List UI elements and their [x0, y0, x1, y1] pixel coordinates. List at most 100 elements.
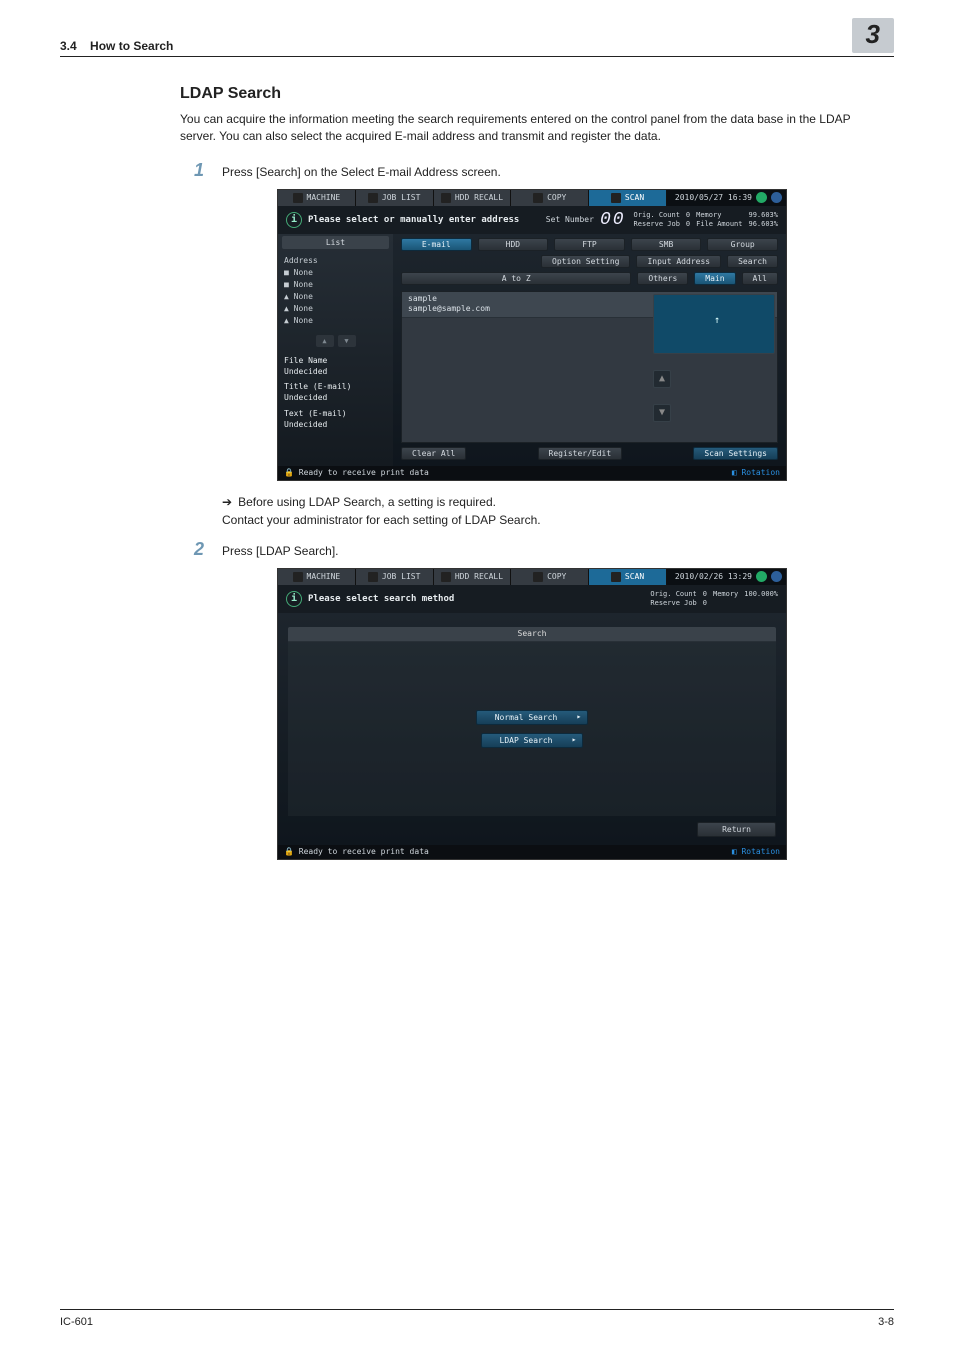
chapter-number: 3: [852, 18, 894, 53]
tab-scan[interactable]: SCAN: [589, 190, 667, 206]
step-text-1: Press [Search] on the Select E-mail Addr…: [222, 160, 501, 181]
footer-page-number: 3-8: [878, 1316, 894, 1328]
dest-smb-button[interactable]: SMB: [631, 238, 702, 251]
filter-all-button[interactable]: All: [742, 272, 778, 285]
tab-hdd-recall[interactable]: HDD RECALL: [434, 190, 512, 206]
scan-icon: [611, 572, 621, 582]
set-number-label: Set Number: [546, 215, 594, 224]
list-icon: [368, 572, 378, 582]
search-button[interactable]: Search: [727, 255, 778, 268]
help-icon[interactable]: [771, 192, 782, 203]
screenshot-search-method: MACHINE JOB LIST HDD RECALL COPY SCAN 20…: [277, 568, 787, 860]
step-number-2: 2: [180, 539, 204, 560]
tab-machine[interactable]: MACHINE: [278, 569, 356, 585]
side-nav-down[interactable]: ▼: [338, 335, 356, 347]
dest-hdd-button[interactable]: HDD: [478, 238, 549, 251]
address-label: Address: [284, 255, 387, 267]
tab-scan[interactable]: SCAN: [589, 569, 667, 585]
scroll-up-icon[interactable]: ▲: [653, 370, 671, 388]
tab-machine[interactable]: MACHINE: [278, 190, 356, 206]
step1-note1: Before using LDAP Search, a setting is r…: [238, 495, 496, 509]
tab-label: COPY: [547, 193, 566, 202]
rotation-indicator: ◧ Rotation: [732, 468, 780, 477]
search-header: Search: [288, 627, 776, 641]
status-grid: Orig. Count0Memory99.603% Reserve Job0Fi…: [634, 211, 778, 228]
text-email-value: Undecided: [284, 419, 387, 430]
section-title: How to Search: [90, 39, 173, 53]
filter-main-button[interactable]: Main: [694, 272, 735, 285]
set-number-value: 00: [600, 210, 626, 230]
info-message: Please select or manually enter address: [308, 215, 519, 225]
status-grid: Orig. Count0Memory100.000% Reserve Job0: [650, 590, 778, 607]
tab-label: SCAN: [625, 193, 644, 202]
tab-label: COPY: [547, 572, 566, 581]
section-number: 3.4: [60, 39, 77, 53]
tab-label: MACHINE: [307, 572, 341, 581]
timestamp: 2010/02/26 13:29: [675, 572, 752, 581]
file-name-value: Undecided: [284, 366, 387, 377]
step1-note2: Contact your administrator for each sett…: [222, 511, 884, 529]
step-number-1: 1: [180, 160, 204, 181]
page-up-icon[interactable]: ↑: [653, 294, 775, 354]
machine-icon: [293, 572, 303, 582]
option-setting-button[interactable]: Option Setting: [541, 255, 630, 268]
section-heading: LDAP Search: [180, 85, 884, 103]
copy-icon: [533, 572, 543, 582]
address-none: ▲ None: [284, 315, 387, 327]
normal-search-button[interactable]: Normal Search: [476, 710, 589, 725]
machine-icon: [293, 193, 303, 203]
arrow-icon: ➔: [222, 495, 232, 509]
info-icon: i: [286, 212, 302, 228]
tab-label: MACHINE: [307, 193, 341, 202]
status-icon: [756, 571, 767, 582]
side-nav-up[interactable]: ▲: [316, 335, 334, 347]
file-name-label: File Name: [284, 355, 387, 366]
list-tab[interactable]: List: [282, 236, 389, 249]
footer-model: IC-601: [60, 1316, 93, 1328]
step-text-2: Press [LDAP Search].: [222, 539, 339, 560]
rotation-indicator: ◧ Rotation: [732, 847, 780, 856]
printer-status: 🔒 Ready to receive print data: [284, 468, 429, 477]
input-address-button[interactable]: Input Address: [636, 255, 721, 268]
tab-label: HDD RECALL: [455, 572, 503, 581]
screenshot-select-email-address: MACHINE JOB LIST HDD RECALL COPY SCAN 20…: [277, 189, 787, 481]
tab-label: HDD RECALL: [455, 193, 503, 202]
scan-settings-button[interactable]: Scan Settings: [693, 447, 778, 460]
address-list: sample sample@sample.com ↑ ▲ ▼: [401, 291, 778, 443]
tab-label: JOB LIST: [382, 572, 421, 581]
address-none: ▲ None: [284, 303, 387, 315]
register-edit-button[interactable]: Register/Edit: [538, 447, 623, 460]
tab-copy[interactable]: COPY: [511, 569, 589, 585]
info-message: Please select search method: [308, 594, 454, 604]
scan-icon: [611, 193, 621, 203]
address-none: ■ None: [284, 267, 387, 279]
scroll-down-icon[interactable]: ▼: [653, 404, 671, 422]
status-icon: [756, 192, 767, 203]
section-intro: You can acquire the information meeting …: [180, 111, 884, 146]
tab-copy[interactable]: COPY: [511, 190, 589, 206]
tab-job-list[interactable]: JOB LIST: [356, 190, 434, 206]
filter-others-button[interactable]: Others: [637, 272, 688, 285]
dest-email-button[interactable]: E-mail: [401, 238, 472, 251]
title-email-label: Title (E-mail): [284, 381, 387, 392]
dest-ftp-button[interactable]: FTP: [554, 238, 625, 251]
info-icon: i: [286, 591, 302, 607]
text-email-label: Text (E-mail): [284, 408, 387, 419]
address-none: ■ None: [284, 279, 387, 291]
tab-label: SCAN: [625, 572, 644, 581]
printer-status: 🔒 Ready to receive print data: [284, 847, 429, 856]
copy-icon: [533, 193, 543, 203]
timestamp: 2010/05/27 16:39: [675, 193, 752, 202]
title-email-value: Undecided: [284, 392, 387, 403]
tab-label: JOB LIST: [382, 193, 421, 202]
ldap-search-button[interactable]: LDAP Search: [481, 733, 584, 748]
dest-group-button[interactable]: Group: [707, 238, 778, 251]
hdd-icon: [441, 193, 451, 203]
clear-all-button[interactable]: Clear All: [401, 447, 466, 460]
address-none: ▲ None: [284, 291, 387, 303]
tab-hdd-recall[interactable]: HDD RECALL: [434, 569, 512, 585]
filter-a-to-z-button[interactable]: A to Z: [401, 272, 631, 285]
return-button[interactable]: Return: [697, 822, 776, 837]
tab-job-list[interactable]: JOB LIST: [356, 569, 434, 585]
help-icon[interactable]: [771, 571, 782, 582]
